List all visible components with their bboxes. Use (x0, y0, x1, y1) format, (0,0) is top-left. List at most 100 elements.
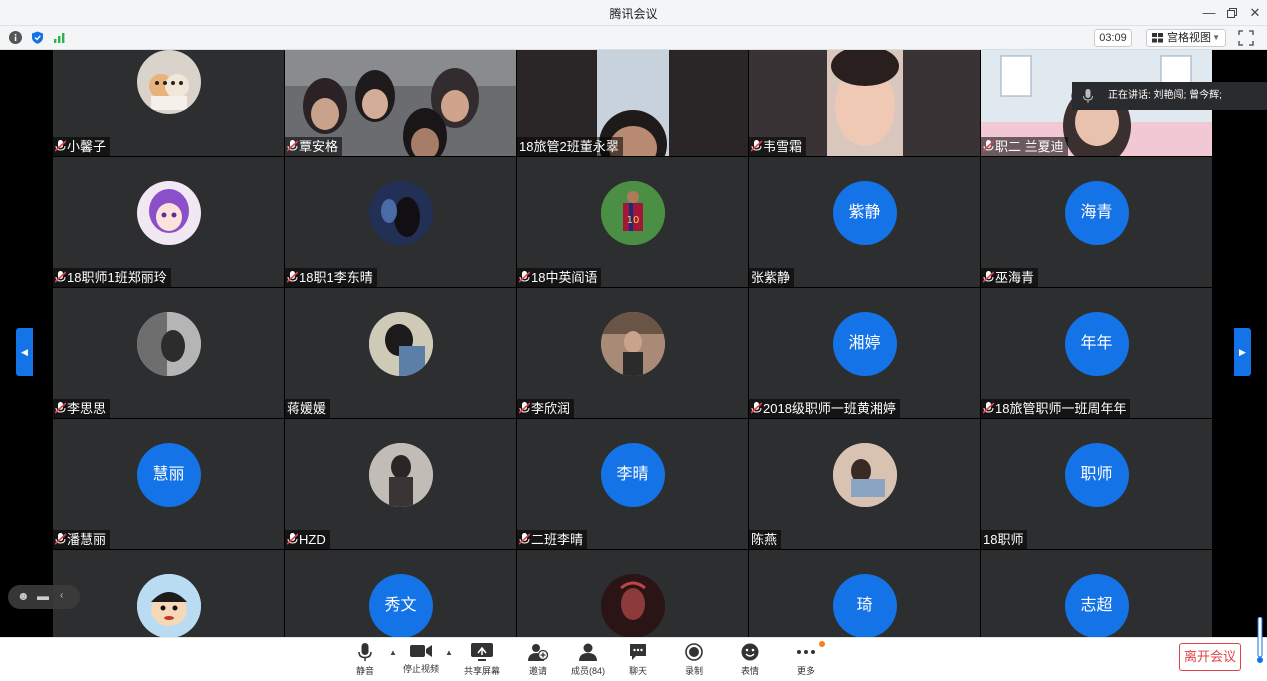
chat-label: 聊天 (628, 666, 647, 676)
participant-tile[interactable]: 海青 巫海青 (981, 157, 1212, 287)
chat-bubble-icon[interactable]: ▬ (37, 589, 49, 603)
participant-tile[interactable]: 紫静 张紫静 (749, 157, 980, 287)
mute-button[interactable]: 静音 (341, 641, 389, 679)
participant-tile[interactable]: 琦 (749, 550, 980, 637)
participant-tile[interactable]: 18旅管2班董永翠 (517, 50, 748, 156)
avatar: 李晴 (600, 443, 665, 507)
mic-muted-icon (55, 271, 66, 283)
participant-name-tag: 小馨子 (53, 137, 111, 156)
avatar: 10 (600, 181, 665, 245)
mic-muted-icon (983, 402, 994, 414)
meeting-window: 腾讯会议 — ✕ 03:09 宫格视图 ▼ 小馨子 覃安格 18旅管2班董永翠 … (0, 0, 1267, 681)
restore-icon[interactable] (1222, 3, 1242, 23)
participant-tile[interactable]: 18职1李东晴 (285, 157, 516, 287)
view-mode-dropdown[interactable]: 宫格视图 ▼ (1146, 29, 1226, 47)
volume-level-icon (1257, 617, 1263, 663)
participant-name-tag: 二班李晴 (517, 530, 588, 549)
participant-name-tag: 18职师1班郑丽玲 (53, 268, 171, 287)
avatar: 海青 (1064, 181, 1129, 245)
participant-tile[interactable]: 慧丽 潘慧丽 (53, 419, 284, 549)
notification-dot (819, 641, 825, 647)
participant-name-tag: 2018级职师一班黄湘婷 (749, 399, 900, 418)
members-label: 成员(84) (570, 666, 605, 676)
participant-tile[interactable]: 李欣润 (517, 288, 748, 418)
window-title: 腾讯会议 (609, 7, 658, 21)
floating-reaction-bar: ☻ ▬ ‹ (8, 585, 80, 609)
record-button[interactable]: 录制 (670, 641, 718, 679)
participant-tile[interactable] (53, 550, 284, 637)
share-screen-button[interactable]: 共享屏幕 (458, 641, 506, 679)
title-bar: 腾讯会议 — ✕ (0, 0, 1267, 26)
avatar (600, 574, 665, 637)
network-signal-icon[interactable] (53, 31, 66, 44)
invite-button[interactable]: 邀请 (514, 641, 562, 679)
participant-tile[interactable]: 李思思 (53, 288, 284, 418)
fullscreen-icon[interactable] (1238, 30, 1254, 46)
members-button[interactable]: 成员(84) (564, 641, 612, 679)
collapse-chevron-icon[interactable]: ‹ (60, 590, 63, 601)
participant-tile[interactable]: 年年 18旅管职师一班周年年 (981, 288, 1212, 418)
leave-meeting-button[interactable]: 离开会议 (1179, 643, 1241, 671)
more-label: 更多 (796, 666, 815, 676)
participant-tile[interactable]: 陈燕 (749, 419, 980, 549)
invite-label: 邀请 (528, 666, 547, 676)
avatar: 慧丽 (136, 443, 201, 507)
next-page-button[interactable]: ▶ (1234, 328, 1251, 376)
minimize-icon[interactable]: — (1199, 3, 1219, 23)
record-icon (685, 643, 703, 661)
participant-tile[interactable]: 覃安格 (285, 50, 516, 156)
participant-tile[interactable]: 李晴 二班李晴 (517, 419, 748, 549)
avatar (368, 181, 433, 245)
audio-options-caret-icon[interactable]: ▲ (389, 648, 397, 657)
participant-name-tag: 18中英阎语 (517, 268, 602, 287)
participant-tile[interactable]: 10 18中英阎语 (517, 157, 748, 287)
chat-icon (630, 644, 646, 660)
participant-tile[interactable]: 秀文 (285, 550, 516, 637)
emoji-icon[interactable]: ☻ (17, 589, 30, 603)
participant-tile[interactable]: 湘婷 2018级职师一班黄湘婷 (749, 288, 980, 418)
participant-name-tag: 18旅管2班董永翠 (517, 137, 623, 156)
smiley-icon (741, 643, 759, 661)
avatar: 职师 (1064, 443, 1129, 507)
participant-name-tag: 陈燕 (749, 530, 782, 549)
participant-name-tag: 李思思 (53, 399, 111, 418)
participant-name-tag: 18职1李东晴 (285, 268, 377, 287)
participant-tile[interactable] (517, 550, 748, 637)
chevron-right-icon: ▶ (1239, 347, 1246, 357)
participant-name-tag: 18职师 (981, 530, 1028, 549)
avatar: 秀文 (368, 574, 433, 637)
avatar: 年年 (1064, 312, 1129, 376)
avatar (832, 443, 897, 507)
avatar: 紫静 (832, 181, 897, 245)
previous-page-button[interactable]: ◀ (16, 328, 33, 376)
chat-button[interactable]: 聊天 (614, 641, 662, 679)
stop-video-button[interactable]: 停止视频 (397, 641, 445, 679)
security-shield-icon[interactable] (31, 31, 44, 44)
participant-tile[interactable]: HZD (285, 419, 516, 549)
meeting-toolbar: 静音 ▲ 停止视频 ▲ 共享屏幕 邀请 成员(84) 聊天 录制 表情 更多 (0, 637, 1267, 681)
mic-muted-icon (287, 533, 298, 545)
participant-tile[interactable]: 职师 18职师 (981, 419, 1212, 549)
participant-name-tag: 李欣润 (517, 399, 575, 418)
info-icon[interactable] (9, 31, 22, 44)
reactions-button[interactable]: 表情 (726, 641, 774, 679)
participant-tile[interactable]: 志超 (981, 550, 1212, 637)
stop-video-label: 停止视频 (402, 664, 439, 674)
mic-muted-icon (751, 140, 762, 152)
mic-muted-icon (751, 402, 762, 414)
participant-tile[interactable]: 蒋媛媛 (285, 288, 516, 418)
microphone-icon (1083, 89, 1093, 103)
participant-tile[interactable]: 小馨子 (53, 50, 284, 156)
reactions-label: 表情 (740, 666, 759, 676)
mute-label: 静音 (355, 666, 374, 676)
avatar (600, 312, 665, 376)
video-options-caret-icon[interactable]: ▲ (445, 648, 453, 657)
status-bar: 03:09 宫格视图 ▼ (0, 26, 1267, 50)
close-icon[interactable]: ✕ (1245, 3, 1265, 23)
avatar: 志超 (1064, 574, 1129, 637)
members-icon (579, 643, 597, 661)
share-screen-label: 共享屏幕 (463, 666, 500, 676)
chevron-left-icon: ◀ (21, 347, 28, 357)
participant-tile[interactable]: 18职师1班郑丽玲 (53, 157, 284, 287)
participant-tile[interactable]: 韦雪霜 (749, 50, 980, 156)
